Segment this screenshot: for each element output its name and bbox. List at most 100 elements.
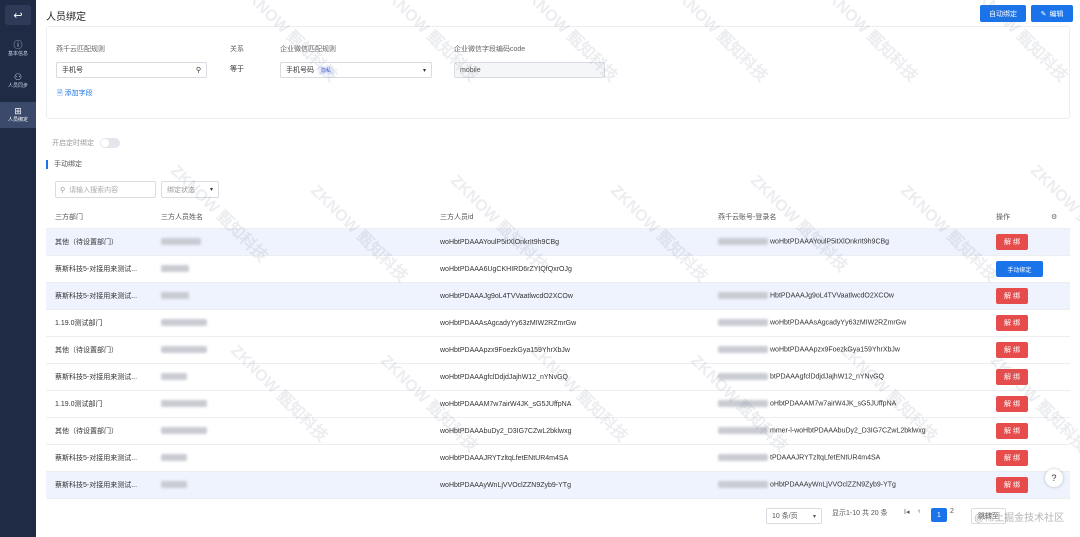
unbind-button[interactable]: 解 绑 bbox=[996, 342, 1028, 358]
unbind-button[interactable]: 解 绑 bbox=[996, 234, 1028, 250]
cell-dept: 其他（待设置部门） bbox=[55, 239, 118, 246]
rail-item-user-sync[interactable]: ⚇ 人员同步 bbox=[0, 68, 36, 94]
unbind-button[interactable]: 解 绑 bbox=[996, 396, 1028, 412]
header-name: 三方人员姓名 bbox=[161, 214, 203, 221]
relation-value: 等于 bbox=[230, 66, 244, 73]
page-current[interactable]: 1 bbox=[931, 508, 947, 522]
cell-id: woHbtPDAAA6UgCKHIRD6rZYIQfQxrOJg bbox=[440, 265, 572, 273]
cell-name-blurred bbox=[161, 265, 189, 273]
cell-id: woHbtPDAAAM7w7airW4JK_sG5JUffpNA bbox=[440, 400, 572, 408]
cell-id: woHbtPDAAAJRYTzltqLfetENtUR4m4SA bbox=[440, 454, 569, 462]
add-field-link[interactable]: 🗎 添加字段 bbox=[57, 88, 93, 100]
header-action: 操作 bbox=[996, 214, 1010, 221]
cell-id: woHbtPDAAApzx9FoezkGya159YhrXbJw bbox=[440, 346, 570, 354]
page-size-select[interactable]: 10 条/页 ▾ bbox=[766, 508, 822, 524]
rail-item-basic-info[interactable]: ⓘ 基本信息 bbox=[0, 36, 36, 62]
table-row: 其他（待设置部门） woHbtPDAAAYoulP5itXlOnkrIt9h9CB… bbox=[46, 229, 1070, 256]
gear-icon[interactable]: ⚙ bbox=[1051, 213, 1057, 221]
table-row: 蔡斯科技5-对接用来测试... woHbtPDAAAJg9oL4TVVaatlwc… bbox=[46, 283, 1070, 310]
table-row: 其他（待设置部门） woHbtPDAAAbuDy2_D3IG7CZwL2bklwx… bbox=[46, 418, 1070, 445]
cell-name-blurred bbox=[161, 373, 187, 381]
cell-id: woHbtPDAAAgfclDdjdJajhW12_nYNvGQ bbox=[440, 373, 568, 381]
cell-account-text: mmer-l-woHbtPDAAAbuDy2_D3IG7CZwL2bklwxg bbox=[770, 427, 926, 435]
wecom-rule-label: 企业微信匹配规则 bbox=[280, 46, 336, 53]
table-row: 其他（待设置部门） woHbtPDAAApzx9FoezkGya159YhrXbJ… bbox=[46, 337, 1070, 364]
unbind-button[interactable]: 解 绑 bbox=[996, 288, 1028, 304]
cell-account-text: woHbtPDAAAYoulP5itXlOnkrIt9h9CBg bbox=[770, 238, 890, 246]
search-input[interactable]: ⚲ 请输入搜索内容 bbox=[55, 181, 156, 198]
code-input[interactable]: mobile bbox=[454, 62, 605, 78]
help-icon[interactable]: ? bbox=[1045, 469, 1063, 487]
table-row: 1.19.0测试部门 woHbtPDAAAsAgcadyYy63zMIW2RZmr… bbox=[46, 310, 1070, 337]
cell-account: woHbtPDAAAsAgcadyYy63zMIW2RZmrGw bbox=[718, 319, 907, 327]
prev-page-icon[interactable]: ‹ bbox=[918, 508, 920, 515]
table-header: 三方部门 三方人员姓名 三方人员id 燕千云账号-登录名 操作 ⚙ bbox=[46, 206, 1070, 229]
table-row: 蔡斯科技5-对接用来测试... woHbtPDAAAJRYTzltqLfetENt… bbox=[46, 445, 1070, 472]
cell-account: tPDAAAJRYTzltqLfetENtUR4m4SA bbox=[718, 454, 881, 462]
binding-table: 三方部门 三方人员姓名 三方人员id 燕千云账号-登录名 操作 ⚙ 其他（待设置… bbox=[46, 206, 1070, 499]
cell-account-text: btPDAAAgfclDdjdJajhW12_nYNvGQ bbox=[770, 373, 884, 381]
cell-dept: 其他（待设置部门） bbox=[55, 428, 118, 435]
auto-bind-button[interactable]: 自动绑定 bbox=[980, 5, 1026, 22]
user-sync-icon: ⚇ bbox=[13, 72, 23, 82]
add-field-label: 添加字段 bbox=[64, 90, 93, 97]
cell-account-text: HbtPDAAAJg9oL4TVVaatlwcdO2XCOw bbox=[770, 292, 894, 300]
cell-account: oHbtPDAAAyWnLjVVOclZZN9Zyb9-YTg bbox=[718, 481, 896, 489]
edit-label: 编辑 bbox=[1049, 10, 1064, 18]
rail-item-label: 基本信息 bbox=[7, 51, 28, 57]
cell-id: woHbtPDAAAYoulP5itXlOnkrIt9h9CBg bbox=[440, 238, 560, 246]
table-body: 其他（待设置部门） woHbtPDAAAYoulP5itXlOnkrIt9h9CB… bbox=[46, 229, 1070, 499]
cell-name-blurred bbox=[161, 400, 207, 408]
cell-name-blurred bbox=[161, 292, 189, 300]
cell-name-blurred bbox=[161, 481, 187, 489]
cell-dept: 其他（待设置部门） bbox=[55, 347, 118, 354]
timer-label: 开启定时绑定 bbox=[52, 140, 94, 147]
code-label: 企业微信字段编码code bbox=[454, 46, 526, 53]
match-rule-panel: 燕千云匹配规则 手机号 ⚲ 关系 等于 企业微信匹配规则 手机号码 隐私 ▾ 企… bbox=[46, 26, 1070, 119]
add-file-icon: 🗎 bbox=[57, 90, 63, 97]
cell-account-text: tPDAAAJRYTzltqLfetENtUR4m4SA bbox=[770, 454, 881, 462]
cell-dept: 1.19.0测试部门 bbox=[55, 320, 103, 327]
footer-watermark: @稀土掘金技术社区 bbox=[974, 513, 1065, 524]
back-icon[interactable]: ↩ bbox=[5, 5, 31, 25]
cell-account-text: oHbtPDAAAM7w7airW4JK_sG5JUffpNA bbox=[770, 400, 897, 408]
unbind-button[interactable]: 解 绑 bbox=[996, 450, 1028, 466]
first-page-icon[interactable]: I◂ bbox=[904, 508, 909, 516]
search-placeholder: 请输入搜索内容 bbox=[69, 186, 119, 194]
cell-account: btPDAAAgfclDdjdJajhW12_nYNvGQ bbox=[718, 373, 884, 381]
left-rule-value: 手机号 bbox=[62, 67, 83, 74]
timer-toggle[interactable] bbox=[100, 138, 120, 148]
wecom-rule-select[interactable]: 手机号码 隐私 ▾ bbox=[280, 62, 432, 78]
cell-id: woHbtPDAAAbuDy2_D3IG7CZwL2bklwxg bbox=[440, 427, 572, 435]
page-2[interactable]: 2 bbox=[950, 508, 954, 515]
unbind-button[interactable]: 解 绑 bbox=[996, 423, 1028, 439]
page-total: 显示1-10 共 20 条 bbox=[832, 510, 888, 517]
left-rule-input[interactable]: 手机号 ⚲ bbox=[56, 62, 207, 78]
page-title: 人员绑定 bbox=[46, 12, 86, 23]
cell-dept: 蔡斯科技5-对接用来测试... bbox=[55, 482, 138, 489]
header-id: 三方人员id bbox=[440, 214, 474, 221]
cell-id: woHbtPDAAAsAgcadyYy63zMIW2RZmrGw bbox=[440, 319, 577, 327]
left-rail: ↩ ⓘ 基本信息 ⚇ 人员同步 ⊞ 人员绑定 bbox=[0, 0, 36, 537]
manual-bind-button[interactable]: 手动绑定 bbox=[996, 261, 1043, 277]
cell-account: mmer-l-woHbtPDAAAbuDy2_D3IG7CZwL2bklwxg bbox=[718, 427, 926, 435]
header-account: 燕千云账号-登录名 bbox=[718, 214, 777, 221]
timer-binding: 开启定时绑定 bbox=[52, 138, 120, 148]
cell-id: woHbtPDAAAyWnLjVVOclZZN9Zyb9-YTg bbox=[440, 481, 571, 489]
cell-name-blurred bbox=[161, 427, 207, 435]
unbind-button[interactable]: 解 绑 bbox=[996, 369, 1028, 385]
binding-status-select[interactable]: 绑定状态 ▾ bbox=[161, 181, 219, 198]
cell-account-text: woHbtPDAAAsAgcadyYy63zMIW2RZmrGw bbox=[770, 319, 907, 327]
table-row: 蔡斯科技5-对接用来测试... woHbtPDAAAgfclDdjdJajhW12… bbox=[46, 364, 1070, 391]
header-dept: 三方部门 bbox=[55, 214, 83, 221]
cell-name-blurred bbox=[161, 454, 187, 462]
cell-account: HbtPDAAAJg9oL4TVVaatlwcdO2XCOw bbox=[718, 292, 894, 300]
cell-account-text: oHbtPDAAAyWnLjVVOclZZN9Zyb9-YTg bbox=[770, 481, 896, 489]
unbind-button[interactable]: 解 绑 bbox=[996, 315, 1028, 331]
unbind-button[interactable]: 解 绑 bbox=[996, 477, 1028, 493]
rail-item-user-binding[interactable]: ⊞ 人员绑定 bbox=[0, 102, 36, 128]
page-size-value: 10 条/页 bbox=[772, 513, 798, 520]
wecom-rule-value: 手机号码 bbox=[286, 67, 314, 74]
edit-button[interactable]: ✎ 编辑 bbox=[1031, 5, 1073, 22]
cell-name-blurred bbox=[161, 319, 207, 327]
